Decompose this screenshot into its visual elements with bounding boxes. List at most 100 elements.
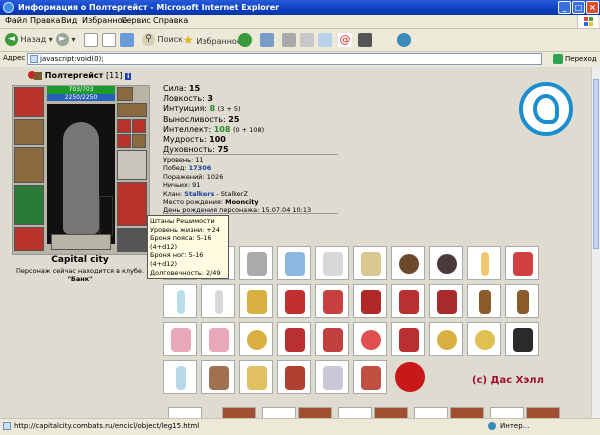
inventory-item[interactable]: [239, 246, 273, 280]
shield-slot[interactable]: [117, 150, 147, 180]
stop-icon[interactable]: [84, 33, 98, 47]
clan-link[interactable]: Stalkers: [184, 190, 214, 198]
network-icon[interactable]: [397, 33, 411, 47]
inventory-item[interactable]: [201, 360, 235, 394]
ring-1-slot[interactable]: [117, 119, 131, 133]
address-input[interactable]: javascript:void(0);: [27, 53, 542, 65]
inventory-item[interactable]: [277, 360, 311, 394]
search-button[interactable]: ⚲ Поиск: [142, 32, 183, 48]
inventory-item[interactable]: [315, 246, 349, 280]
inventory-item[interactable]: [467, 284, 501, 318]
inventory-item[interactable]: [168, 407, 202, 418]
messenger-icon[interactable]: @: [338, 33, 352, 47]
close-button[interactable]: ×: [586, 1, 599, 14]
menu-bar: Файл Правка Вид Избранное Сервис Справка: [0, 15, 600, 29]
mail-icon[interactable]: [260, 33, 274, 47]
inventory-item[interactable]: [298, 407, 332, 418]
edit-icon[interactable]: [300, 33, 314, 47]
equipment-panel: 703/703 2250/2250: [12, 85, 150, 255]
inventory-item[interactable]: [262, 407, 296, 418]
boots-slot[interactable]: [117, 228, 147, 252]
amulet-slot[interactable]: [117, 103, 147, 117]
inventory-item[interactable]: [315, 360, 349, 394]
inventory-item[interactable]: [414, 407, 448, 418]
forward-button[interactable]: ► ▾: [56, 32, 76, 48]
inventory-item[interactable]: [526, 407, 560, 418]
inventory-item[interactable]: [201, 322, 235, 356]
inventory-item[interactable]: [277, 284, 311, 318]
leggings-slot[interactable]: [117, 182, 147, 226]
inventory-item[interactable]: [450, 407, 484, 418]
inventory-item[interactable]: [429, 322, 463, 356]
weapon-slot[interactable]: [14, 147, 44, 183]
inventory-item[interactable]: [315, 322, 349, 356]
inventory-item[interactable]: [277, 322, 311, 356]
character-details: Уровень: 11 Побед: 17306 Поражений: 1026…: [163, 156, 311, 215]
print-icon[interactable]: [282, 33, 296, 47]
maximize-button[interactable]: □: [572, 1, 585, 14]
inventory-item[interactable]: [353, 322, 387, 356]
detail-clan: Клан: Stalkers - StalkerZ: [163, 189, 248, 198]
location-text: Персонаж сейчас находится в клубе.: [16, 267, 144, 275]
vertical-scrollbar[interactable]: [591, 67, 600, 418]
menu-help[interactable]: Справка: [153, 16, 188, 25]
menu-file[interactable]: Файл: [5, 16, 27, 25]
inventory-item[interactable]: [391, 322, 425, 356]
menu-view[interactable]: Вид: [61, 16, 77, 25]
refresh-icon[interactable]: [102, 33, 116, 47]
inventory-item[interactable]: [391, 246, 425, 280]
inventory-item[interactable]: [201, 284, 235, 318]
armor-slot[interactable]: [14, 185, 44, 225]
minimize-button[interactable]: _: [558, 1, 571, 14]
inventory-item[interactable]: [277, 246, 311, 280]
clan-icon[interactable]: [34, 71, 42, 80]
bracers-slot[interactable]: [14, 119, 44, 145]
inventory-item[interactable]: [490, 407, 524, 418]
earring-slot[interactable]: [117, 87, 133, 101]
inventory-item[interactable]: [505, 284, 539, 318]
belt-slot[interactable]: [14, 227, 44, 251]
go-button[interactable]: Переход: [553, 53, 597, 65]
inventory-item[interactable]: [353, 360, 387, 394]
ring-3-slot[interactable]: [117, 134, 131, 148]
gloves-slot[interactable]: [132, 134, 146, 148]
inventory-item[interactable]: [395, 362, 425, 392]
history-icon[interactable]: [238, 33, 252, 47]
info-icon[interactable]: i: [125, 73, 132, 80]
inventory-item[interactable]: [163, 284, 197, 318]
inventory-item[interactable]: [338, 407, 372, 418]
inventory-item[interactable]: [163, 360, 197, 394]
inventory-item[interactable]: [505, 246, 539, 280]
discuss-icon[interactable]: [318, 33, 332, 47]
inventory-item[interactable]: [239, 322, 273, 356]
helmet-slot[interactable]: [14, 87, 44, 117]
research-icon[interactable]: [358, 33, 372, 47]
inventory-item[interactable]: [467, 322, 501, 356]
inventory-item[interactable]: [353, 284, 387, 318]
status-zone: Интер...: [500, 422, 530, 430]
inventory-item[interactable]: [239, 360, 273, 394]
inventory-item[interactable]: [391, 284, 425, 318]
menu-edit[interactable]: Правка: [30, 16, 60, 25]
back-button[interactable]: ◄ Назад ▾: [5, 32, 53, 48]
ring-2-slot[interactable]: [132, 119, 146, 133]
inventory-item[interactable]: [353, 246, 387, 280]
rune-slot[interactable]: [99, 196, 113, 236]
home-icon[interactable]: [120, 33, 134, 47]
details-divider: [163, 213, 338, 214]
favorites-button[interactable]: ★ Избранное: [183, 32, 242, 48]
inventory-item[interactable]: [429, 284, 463, 318]
scrollbar-thumb[interactable]: [593, 79, 599, 249]
inventory-item[interactable]: [467, 246, 501, 280]
inventory-item[interactable]: [429, 246, 463, 280]
inventory-item[interactable]: [163, 322, 197, 356]
go-label: Переход: [565, 55, 597, 63]
inventory-item[interactable]: [374, 407, 408, 418]
inventory-item[interactable]: [222, 407, 256, 418]
menu-tools[interactable]: Сервис: [121, 16, 151, 25]
inventory-item[interactable]: [239, 284, 273, 318]
clan-emblem: [51, 234, 111, 250]
status-url: http://capitalcity.combats.ru/encicl/obj…: [14, 422, 200, 430]
inventory-item[interactable]: [505, 322, 539, 356]
inventory-item[interactable]: [315, 284, 349, 318]
